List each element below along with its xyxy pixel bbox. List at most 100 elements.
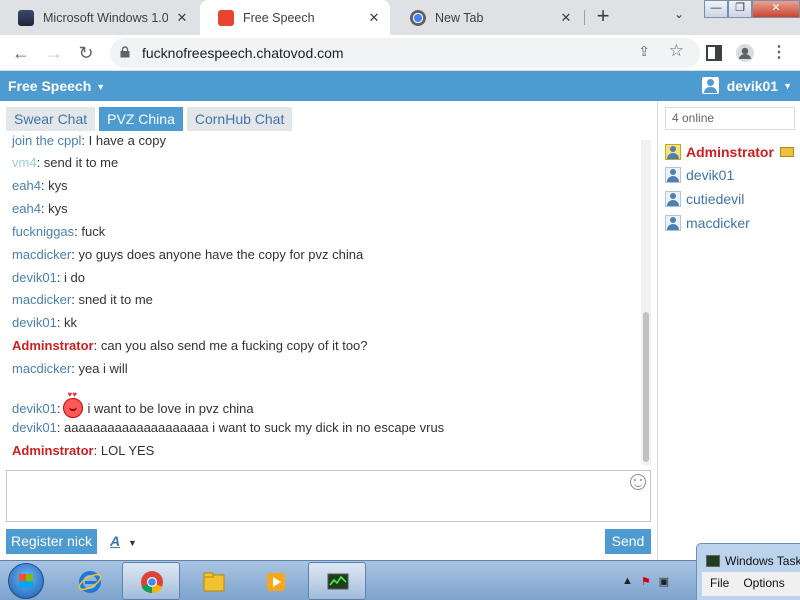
profile-avatar-icon[interactable] — [735, 43, 755, 63]
windows-favicon-icon — [18, 9, 34, 26]
message-nick[interactable]: devik01 — [12, 420, 57, 435]
browser-tab-title: Microsoft Windows 1.0 — [43, 10, 168, 25]
close-tab-icon[interactable]: ✕ — [366, 10, 382, 26]
show-hidden-icons-icon[interactable]: ▲ — [622, 575, 633, 588]
browser-tab-new-tab[interactable]: New Tab ✕ — [392, 0, 582, 35]
minimize-window-button[interactable]: — — [704, 0, 728, 18]
user-icon — [665, 191, 681, 207]
caret-down-icon: ▼ — [783, 80, 792, 91]
menu-options[interactable]: Options — [743, 576, 784, 596]
taskbar-file-explorer[interactable] — [184, 562, 242, 600]
forward-arrow-icon[interactable]: → — [43, 42, 65, 64]
browser-tab-title: New Tab — [435, 10, 484, 25]
message-nick[interactable]: vm4 — [12, 155, 37, 170]
chrome-icon — [141, 571, 163, 594]
task-manager-icon — [327, 573, 349, 590]
chat-message: devik01: i do — [12, 270, 85, 285]
chat-message: macdicker: yo guys does anyone have the … — [12, 247, 363, 262]
user-avatar-icon — [701, 77, 719, 94]
task-manager-window[interactable]: Windows Task File Options — [696, 543, 800, 600]
user-name: Adminstrator — [686, 144, 774, 160]
message-text: : i do — [56, 270, 85, 285]
message-text: : fuck — [74, 224, 106, 239]
kebab-menu-icon[interactable]: ⋮ — [768, 42, 790, 64]
chat-message: devik01: aaaaaaaaaaaaaaaaaaaa i want to … — [12, 420, 444, 435]
message-text: : aaaaaaaaaaaaaaaaaaaa i want to suck my… — [56, 420, 445, 435]
side-panel-icon[interactable] — [704, 43, 724, 63]
system-tray: ▲ ⚑ ▣ — [622, 575, 669, 588]
caret-down-icon[interactable]: ▼ — [128, 538, 137, 548]
current-user-menu[interactable]: devik01 ▼ — [701, 77, 792, 94]
url-text: fucknofreespeech.chatovod.com — [142, 45, 344, 61]
online-count: 4 online — [665, 107, 795, 130]
network-icon[interactable]: ▣ — [659, 575, 669, 588]
message-nick[interactable]: devik01 — [12, 270, 57, 285]
message-nick[interactable]: Adminstrator — [12, 338, 94, 353]
bookmark-star-icon[interactable]: ☆ — [669, 41, 684, 61]
font-style-button[interactable]: A — [110, 533, 120, 549]
register-nick-button[interactable]: Register nick — [6, 529, 97, 554]
chat-message: macdicker: yea i will — [12, 361, 128, 376]
tab-cornhub-chat[interactable]: CornHub Chat — [186, 107, 293, 131]
tab-swear-chat[interactable]: Swear Chat — [6, 107, 96, 131]
message-nick[interactable]: devik01 — [12, 315, 57, 330]
room-title-dropdown[interactable]: Free Speech ▼ — [8, 78, 105, 94]
message-nick[interactable]: macdicker — [12, 361, 71, 376]
taskbar-chrome[interactable] — [122, 562, 180, 600]
message-list: join the cppl: I have a copy vm4: send i… — [0, 131, 652, 465]
address-bar[interactable]: fucknofreespeech.chatovod.com ⇪ ☆ — [110, 38, 700, 68]
close-tab-icon[interactable]: ✕ — [174, 10, 190, 26]
send-button[interactable]: Send — [605, 529, 651, 554]
message-nick[interactable]: macdicker — [12, 247, 71, 262]
message-nick[interactable]: Adminstrator — [12, 443, 94, 458]
user-list-item[interactable]: devik01 — [665, 167, 734, 183]
scrollbar-thumb[interactable] — [643, 312, 649, 462]
user-list-item[interactable]: macdicker — [665, 215, 750, 231]
message-nick[interactable]: eah4 — [12, 178, 41, 193]
message-nick[interactable]: devik01 — [12, 401, 57, 416]
message-input[interactable] — [6, 470, 651, 522]
user-icon — [665, 215, 681, 231]
taskbar-media-player[interactable] — [246, 562, 304, 600]
message-nick[interactable]: join the cppl — [12, 133, 81, 148]
browser-tab-free-speech[interactable]: Free Speech ✕ — [200, 0, 390, 35]
chat-message: eah4: kys — [12, 201, 68, 216]
user-list-item[interactable]: Adminstrator — [665, 144, 794, 160]
message-nick[interactable]: eah4 — [12, 201, 41, 216]
message-text: : sned it to me — [71, 292, 153, 307]
action-center-flag-icon[interactable]: ⚑ — [641, 575, 651, 588]
new-tab-button[interactable]: + — [592, 5, 614, 28]
back-arrow-icon[interactable]: ← — [10, 42, 32, 64]
room-title: Free Speech — [8, 78, 92, 94]
start-button[interactable] — [8, 563, 44, 599]
tab-search-chevron-icon[interactable]: ⌄ — [674, 7, 684, 21]
user-list-item[interactable]: cutiedevil — [665, 191, 744, 207]
close-tab-icon[interactable]: ✕ — [558, 10, 574, 26]
task-manager-icon — [706, 555, 720, 567]
chat-message: vm4: send it to me — [12, 155, 118, 170]
share-icon[interactable]: ⇪ — [638, 43, 650, 60]
message-text: : kys — [40, 201, 68, 216]
message-text: i want to be love in pvz china — [87, 401, 254, 416]
message-text: : I have a copy — [81, 133, 166, 148]
folder-icon — [203, 572, 225, 592]
reload-icon[interactable]: ↻ — [75, 42, 97, 64]
windows-logo-icon — [19, 574, 33, 588]
browser-tab-title: Free Speech — [243, 10, 315, 25]
restore-window-button[interactable]: ❐ — [728, 0, 752, 18]
chat-message: macdicker: sned it to me — [12, 292, 153, 307]
taskbar-task-manager[interactable] — [308, 562, 366, 600]
message-nick[interactable]: macdicker — [12, 292, 71, 307]
browser-tab-windows[interactable]: Microsoft Windows 1.0 ✕ — [0, 0, 198, 35]
tab-pvz-china[interactable]: PVZ China — [99, 107, 183, 131]
message-nick[interactable]: fuckniggas — [12, 224, 74, 239]
menu-file[interactable]: File — [710, 576, 729, 596]
taskbar-internet-explorer[interactable] — [60, 562, 118, 600]
user-name: macdicker — [686, 215, 750, 231]
message-scrollbar[interactable] — [641, 140, 651, 465]
lock-icon — [120, 46, 130, 58]
online-users-panel: 4 online Adminstrator devik01 cutiedevil… — [657, 101, 800, 560]
close-window-button[interactable]: ✕ — [752, 0, 800, 18]
chat-message: fuckniggas: fuck — [12, 224, 105, 239]
smiley-icon[interactable] — [630, 474, 646, 490]
